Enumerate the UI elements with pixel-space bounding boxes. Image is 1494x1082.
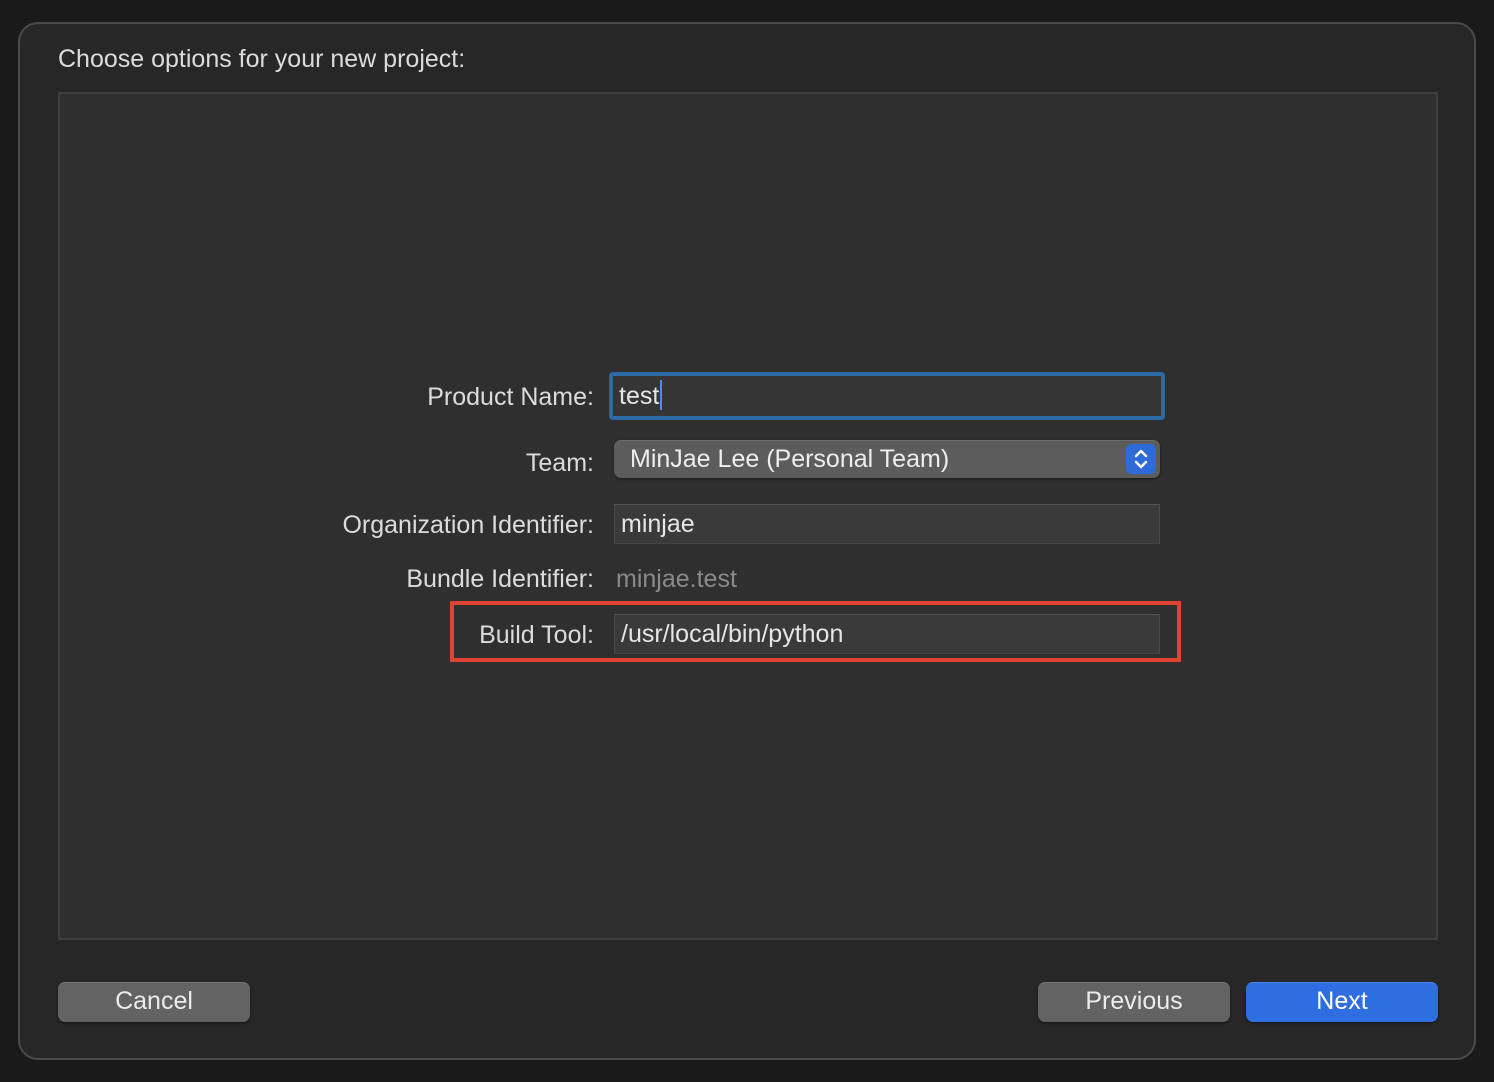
dialog-title: Choose options for your new project: [58, 45, 466, 73]
organization-identifier-value: minjae [621, 510, 695, 538]
chevron-up-down-icon [1126, 444, 1156, 474]
next-button[interactable]: Next [1246, 982, 1438, 1022]
build-tool-highlight-annotation [450, 601, 1181, 662]
organization-identifier-field[interactable]: minjae [614, 504, 1160, 544]
organization-identifier-label: Organization Identifier: [342, 511, 594, 539]
text-caret [660, 380, 663, 410]
team-selected-value: MinJae Lee (Personal Team) [630, 445, 950, 473]
previous-button[interactable]: Previous [1038, 982, 1230, 1022]
cancel-button[interactable]: Cancel [58, 982, 250, 1022]
team-popup-button[interactable]: MinJae Lee (Personal Team) [614, 440, 1160, 478]
team-label: Team: [525, 449, 594, 477]
product-name-value: test [619, 382, 660, 410]
bundle-identifier-label: Bundle Identifier: [406, 565, 594, 593]
bundle-identifier-value: minjae.test [616, 565, 737, 593]
product-name-label: Product Name: [427, 383, 594, 411]
product-name-field[interactable]: test [609, 372, 1165, 420]
